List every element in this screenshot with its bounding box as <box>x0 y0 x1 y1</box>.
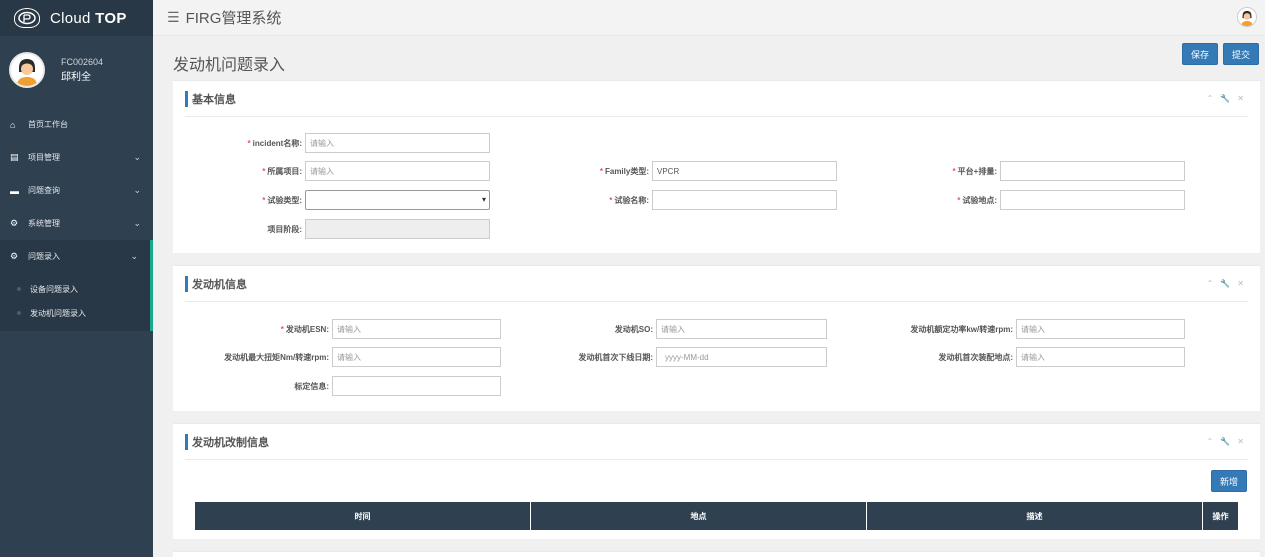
user-id: FC002604 <box>61 57 104 67</box>
field-test-site: * 试验地点: <box>873 190 1185 210</box>
list-icon: ▤ <box>10 152 19 162</box>
collapse-icon[interactable]: ⌃ <box>1207 279 1214 288</box>
panel-tools: ⌃ 🔧 ✕ <box>1207 94 1244 103</box>
sidebar-item-system[interactable]: ⚙ 系统管理 ⌄ <box>0 207 153 240</box>
field-test-type: * 试验类型: ▾ <box>173 190 490 210</box>
avatar[interactable] <box>9 52 45 88</box>
basic-info-panel: 基本信息 ⌃ 🔧 ✕ * incident名称: 请输入 * 所属项目: 请输入 *… <box>173 80 1260 253</box>
brand-name: Cloud TOP <box>50 9 127 27</box>
offline-date-input[interactable]: yyyy-MM-dd <box>656 347 827 367</box>
family-input[interactable]: VPCR <box>652 161 837 181</box>
home-icon: ⌂ <box>10 119 16 130</box>
panel-title: 发动机信息 <box>192 278 247 291</box>
cloud-logo-icon <box>14 8 40 28</box>
test-name-input[interactable] <box>652 190 837 210</box>
field-assembly-site: 发动机首次装配地点: 请输入 <box>873 347 1185 367</box>
system-title: FIRG管理系统 <box>185 10 282 27</box>
wrench-icon[interactable]: 🔧 <box>1220 279 1230 288</box>
panel-header: 发动机信息 ⌃ 🔧 ✕ <box>185 266 1248 302</box>
field-calibration: 标定信息: <box>173 376 501 396</box>
user-name: 邱利全 <box>61 72 91 83</box>
main-content: 发动机问题录入 保存 提交 基本信息 ⌃ 🔧 ✕ * incident名称: 请输… <box>153 36 1265 557</box>
so-input[interactable]: 请输入 <box>656 319 827 339</box>
chevron-down-icon: ⌄ <box>133 185 141 195</box>
panel-title: 发动机改制信息 <box>192 436 269 449</box>
field-so: 发动机SO: 请输入 <box>553 319 827 339</box>
torque-input[interactable]: 请输入 <box>332 347 501 367</box>
add-button[interactable]: 新增 <box>1211 470 1247 492</box>
panel-header: 发动机改制信息 ⌃ 🔧 ✕ <box>185 424 1248 460</box>
modification-table-header: 时间 地点 描述 操作 <box>195 502 1238 530</box>
sidebar-submenu: 设备问题录入 发动机问题录入 <box>0 273 153 331</box>
field-platform: * 平台+排量: <box>873 161 1185 181</box>
field-family: * Family类型: VPCR <box>543 161 837 181</box>
sidebar-item-issue-entry[interactable]: ⚙ 问题录入 ⌄ <box>0 240 153 273</box>
sidebar-item-issue-query[interactable]: ▬ 问题查询 ⌄ <box>0 174 153 207</box>
field-esn: * 发动机ESN: 请输入 <box>173 319 501 339</box>
assembly-site-input[interactable]: 请输入 <box>1016 347 1185 367</box>
stage-input <box>305 219 490 239</box>
column-header[interactable]: 时间 <box>195 502 531 530</box>
close-icon[interactable]: ✕ <box>1237 437 1244 446</box>
sidebar-subitem-engine-issue[interactable]: 发动机问题录入 <box>0 301 150 325</box>
engine-info-panel: 发动机信息 ⌃ 🔧 ✕ * 发动机ESN: 请输入 发动机SO: 请输入 发动机额… <box>173 265 1260 411</box>
panel-tools: ⌃ 🔧 ✕ <box>1207 437 1244 446</box>
comment-icon: ▬ <box>10 185 19 196</box>
panel-title: 基本信息 <box>192 93 236 106</box>
top-avatar[interactable] <box>1237 7 1257 27</box>
chevron-down-icon: ⌄ <box>133 152 141 162</box>
topbar: ☰ FIRG管理系统 <box>153 0 1265 36</box>
submit-button[interactable]: 提交 <box>1223 43 1259 65</box>
sidebar-subitem-equipment-issue[interactable]: 设备问题录入 <box>0 277 150 301</box>
field-incident: * incident名称: 请输入 <box>173 133 490 153</box>
sidebar-item-projects[interactable]: ▤ 项目管理 ⌄ <box>0 141 153 174</box>
sidebar-item-home[interactable]: ⌂ 首页工作台 <box>0 108 153 141</box>
page-title: 发动机问题录入 <box>173 57 286 74</box>
chevron-down-icon: ⌄ <box>130 251 138 261</box>
field-torque: 发动机最大扭矩Nm/转速rpm: 请输入 <box>173 347 501 367</box>
cogs-icon: ⚙ <box>10 218 19 228</box>
bullet-icon <box>17 311 21 315</box>
field-rated-power: 发动机额定功率kw/转速rpm: 请输入 <box>873 319 1185 339</box>
sidebar: Cloud TOP FC002604 邱利全 ⌂ 首页工作台 ▤ 项目管理 ⌄ … <box>0 0 153 557</box>
platform-input[interactable] <box>1000 161 1185 181</box>
sidebar-nav: ⌂ 首页工作台 ▤ 项目管理 ⌄ ▬ 问题查询 ⌄ ⚙ 系统管理 ⌄ ⚙ 问题录… <box>0 108 153 331</box>
field-project: * 所属项目: 请输入 <box>173 161 490 181</box>
collapse-icon[interactable]: ⌃ <box>1207 94 1214 103</box>
column-header[interactable]: 描述 <box>867 502 1203 530</box>
close-icon[interactable]: ✕ <box>1237 94 1244 103</box>
project-input[interactable]: 请输入 <box>305 161 490 181</box>
next-panel <box>173 551 1260 557</box>
column-header[interactable]: 地点 <box>531 502 867 530</box>
chevron-down-icon: ⌄ <box>133 218 141 228</box>
panel-tools: ⌃ 🔧 ✕ <box>1207 279 1244 288</box>
chevron-down-icon: ▾ <box>481 195 486 204</box>
column-header[interactable]: 操作 <box>1203 502 1238 530</box>
collapse-icon[interactable]: ⌃ <box>1207 437 1214 446</box>
rated-power-input[interactable]: 请输入 <box>1016 319 1185 339</box>
wrench-icon[interactable]: 🔧 <box>1220 437 1230 446</box>
save-button[interactable]: 保存 <box>1182 43 1218 65</box>
bullet-icon <box>17 287 21 291</box>
user-profile[interactable]: FC002604 邱利全 <box>0 36 153 104</box>
incident-input[interactable]: 请输入 <box>305 133 490 153</box>
test-site-input[interactable] <box>1000 190 1185 210</box>
esn-input[interactable]: 请输入 <box>332 319 501 339</box>
close-icon[interactable]: ✕ <box>1237 279 1244 288</box>
modification-panel: 发动机改制信息 ⌃ 🔧 ✕ 新增 时间 地点 描述 操作 <box>173 423 1260 539</box>
cogs-icon: ⚙ <box>10 251 19 261</box>
wrench-icon[interactable]: 🔧 <box>1220 94 1230 103</box>
field-offline-date: 发动机首次下线日期: yyyy-MM-dd <box>553 347 827 367</box>
brand[interactable]: Cloud TOP <box>0 0 153 36</box>
menu-toggle-icon[interactable]: ☰ <box>167 9 180 26</box>
field-stage: 项目阶段: <box>173 219 490 239</box>
field-test-name: * 试验名称: <box>543 190 837 210</box>
calibration-input[interactable] <box>332 376 501 396</box>
test-type-select[interactable]: ▾ <box>305 190 490 210</box>
panel-header: 基本信息 ⌃ 🔧 ✕ <box>185 81 1248 117</box>
